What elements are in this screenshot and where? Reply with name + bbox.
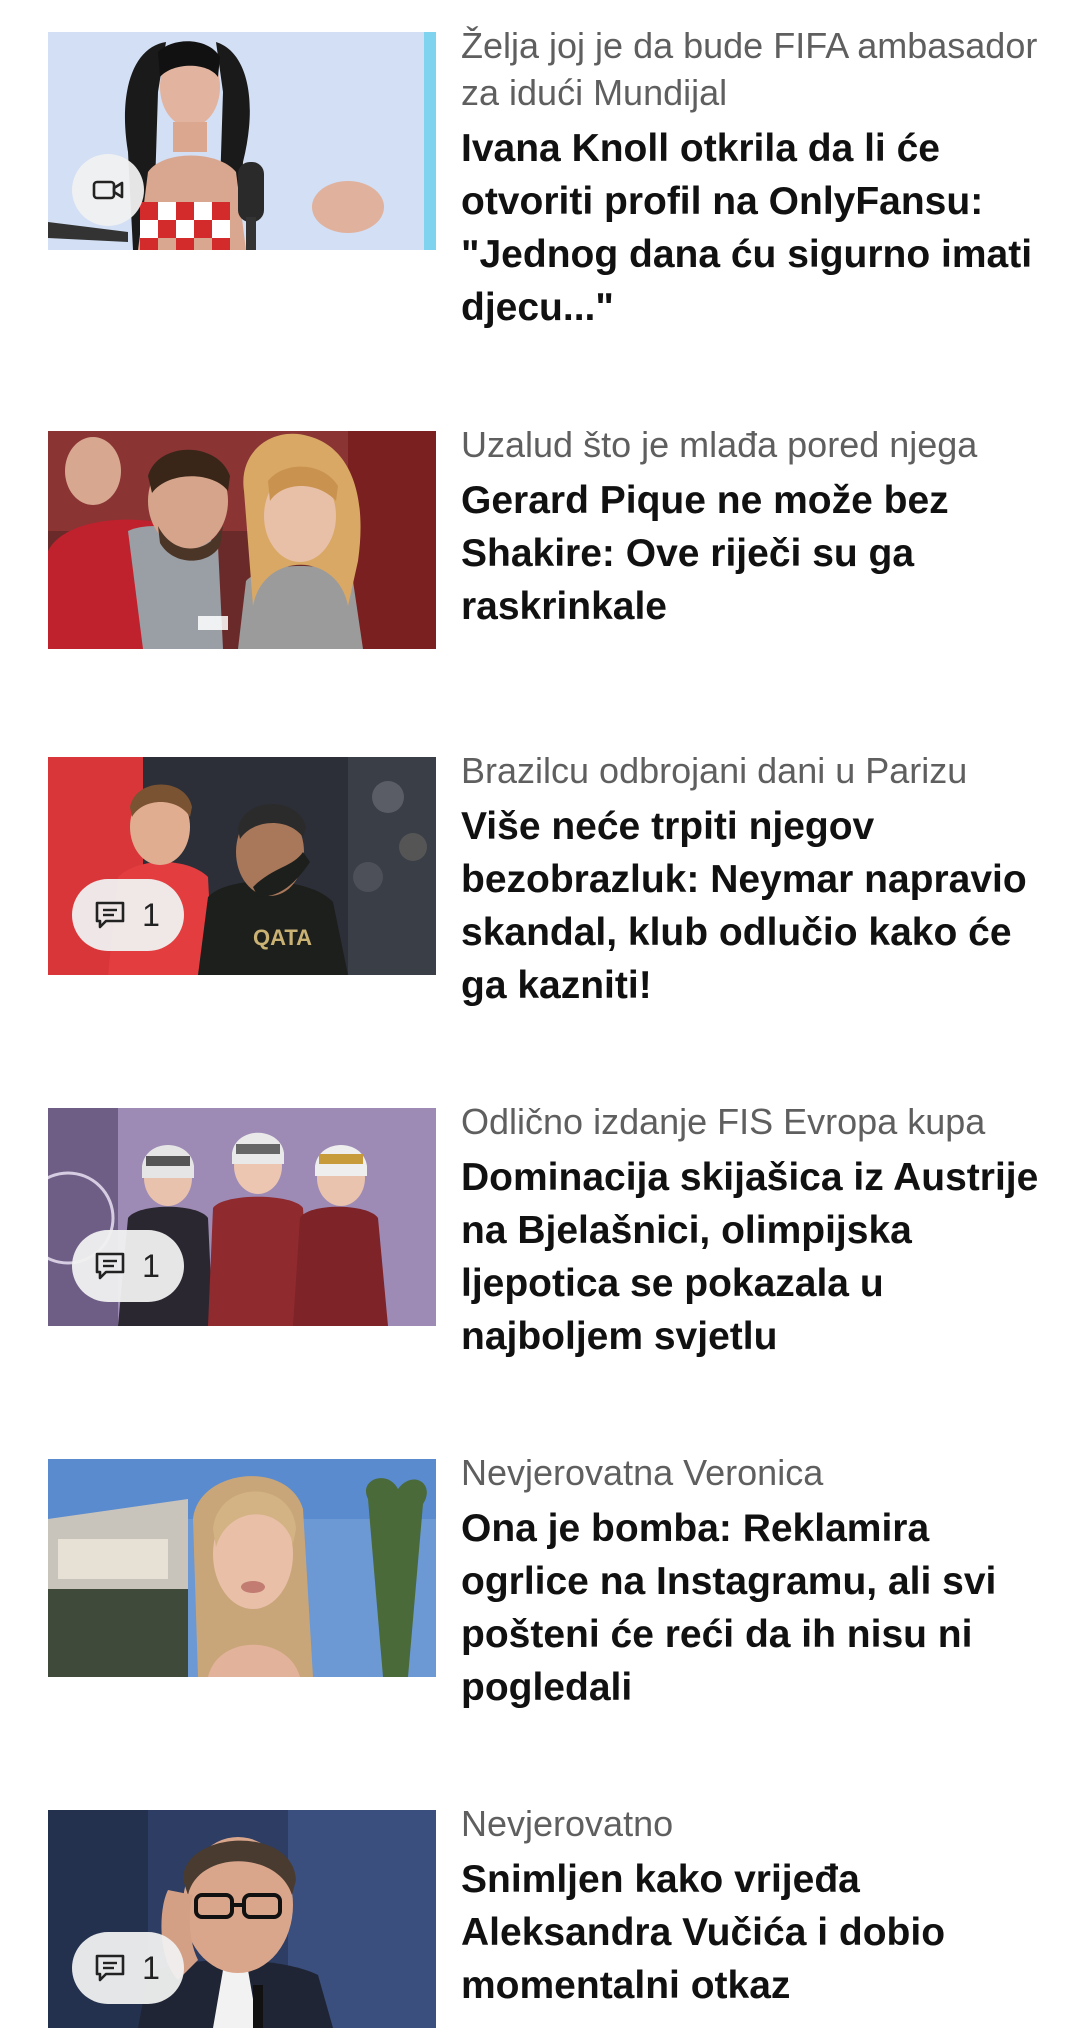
comment-icon — [95, 1954, 125, 1982]
article-photo — [48, 1459, 436, 1677]
comment-count-badge[interactable]: 1 — [72, 1932, 184, 2004]
comment-icon — [95, 1252, 125, 1280]
article-text: Nevjerovatna Veronica Ona je bomba: Rekl… — [461, 1449, 1051, 1714]
article-text: Želja joj je da bude FIFA ambasador za i… — [461, 22, 1051, 334]
article-thumbnail[interactable]: QATA 1 — [48, 757, 436, 975]
article-headline[interactable]: Ivana Knoll otkrila da li će otvoriti pr… — [461, 122, 1051, 334]
article-headline[interactable]: Dominacija skijašica iz Austrije na Bjel… — [461, 1151, 1051, 1363]
article-thumbnail[interactable]: 1 — [48, 1108, 436, 1326]
article-text: Nevjerovatno Snimljen kako vrijeđa Aleks… — [461, 1800, 1051, 2012]
article-thumbnail[interactable] — [48, 1459, 436, 1677]
article-text: Brazilcu odbrojani dani u Parizu Više ne… — [461, 747, 1051, 1012]
article-thumbnail[interactable] — [48, 431, 436, 649]
comment-count: 1 — [142, 1248, 160, 1284]
article-kicker: Nevjerovatno — [461, 1803, 674, 1844]
video-camera-icon — [92, 180, 124, 200]
article-kicker: Želja joj je da bude FIFA ambasador za i… — [461, 25, 1038, 113]
article-text: Odlično izdanje FIS Evropa kupa Dominaci… — [461, 1098, 1051, 1363]
comment-count: 1 — [142, 1950, 160, 1986]
article-kicker: Uzalud što je mlađa pored njega — [461, 424, 978, 465]
article-headline[interactable]: Ona je bomba: Reklamira ogrlice na Insta… — [461, 1502, 1051, 1714]
comment-count: 1 — [142, 897, 160, 933]
article-thumbnail[interactable]: 1 — [48, 1810, 436, 2028]
article-headline[interactable]: Snimljen kako vrijeđa Aleksandra Vučića … — [461, 1853, 1051, 2012]
comment-icon — [95, 901, 125, 929]
article-text: Uzalud što je mlađa pored njega Gerard P… — [461, 421, 1051, 633]
video-badge — [72, 154, 144, 226]
comment-count-badge[interactable]: 1 — [72, 1230, 184, 1302]
svg-text:QATA: QATA — [253, 925, 312, 950]
article-thumbnail[interactable] — [48, 32, 436, 250]
article-kicker: Brazilcu odbrojani dani u Parizu — [461, 750, 968, 791]
article-headline[interactable]: Više neće trpiti njegov bezobrazluk: Ney… — [461, 800, 1051, 1012]
news-feed: Želja joj je da bude FIFA ambasador za i… — [0, 0, 1080, 2044]
comment-count-badge[interactable]: 1 — [72, 879, 184, 951]
article-kicker: Nevjerovatna Veronica — [461, 1452, 824, 1493]
article-headline[interactable]: Gerard Pique ne može bez Shakire: Ove ri… — [461, 474, 1051, 633]
article-photo — [48, 431, 436, 649]
article-kicker: Odlično izdanje FIS Evropa kupa — [461, 1101, 986, 1142]
